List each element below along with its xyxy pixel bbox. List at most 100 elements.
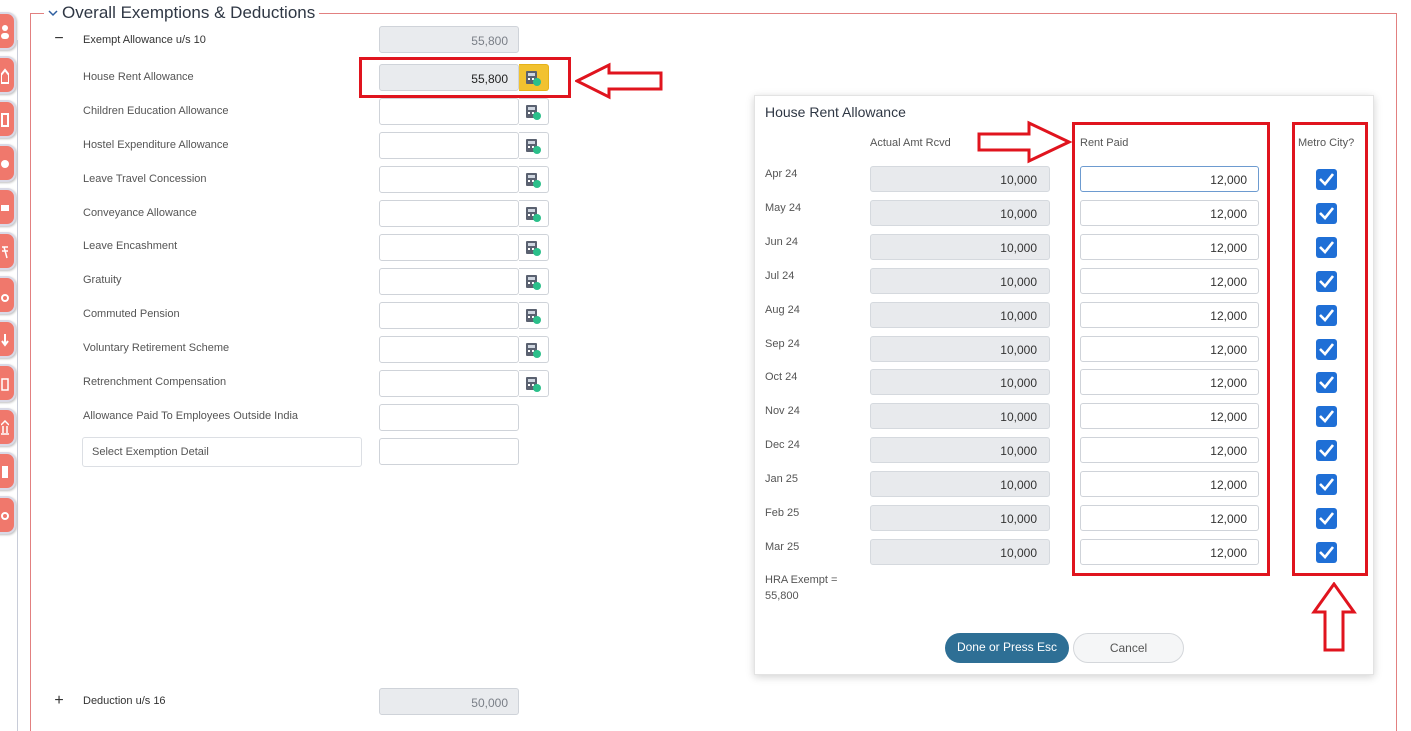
user-icon — [1, 25, 9, 39]
actual-amount-field: 10,000 — [870, 336, 1050, 362]
hra-dialog — [754, 95, 1374, 675]
tag-icon — [1, 294, 9, 302]
bank-icon — [1, 420, 9, 435]
annotation-arrow-left-icon — [575, 62, 663, 100]
hra-exempt-label: HRA Exempt = — [765, 574, 838, 586]
vrs-field[interactable] — [379, 336, 519, 363]
commuted-pension-calculator-button[interactable] — [519, 302, 549, 329]
month-label: Aug 24 — [765, 304, 800, 316]
calculator-icon — [526, 241, 541, 256]
ltc-field[interactable] — [379, 166, 519, 193]
allowance-label-outside-india: Allowance Paid To Employees Outside Indi… — [83, 410, 299, 422]
allowance-label-leave-encashment: Leave Encashment — [83, 240, 178, 252]
hra-exempt-value: 55,800 — [765, 590, 799, 602]
salary-icon — [1, 205, 9, 211]
dialog-title: House Rent Allowance — [765, 104, 906, 120]
col-actual-amount: Actual Amt Rcvd — [870, 137, 951, 149]
calculator-icon — [526, 377, 541, 392]
calculator-icon — [526, 275, 541, 290]
select-exemption-value-field[interactable] — [379, 438, 519, 465]
deduction-label: Deduction u/s 16 — [83, 695, 166, 707]
children-education-field[interactable] — [379, 98, 519, 125]
hra-exempt-summary: HRA Exempt = 55,800 — [765, 572, 837, 604]
month-label: Apr 24 — [765, 168, 798, 180]
income-icon — [1, 160, 9, 168]
tax-form-screen: Overall Exemptions & Deductions − Exempt… — [0, 0, 1411, 731]
actual-amount-field: 10,000 — [870, 437, 1050, 463]
month-label: May 24 — [765, 202, 802, 214]
conveyance-field[interactable] — [379, 200, 519, 227]
allowance-label-hostel: Hostel Expenditure Allowance — [83, 139, 229, 151]
gratuity-calculator-button[interactable] — [519, 268, 549, 295]
month-label: Nov 24 — [765, 405, 800, 417]
actual-amount-field: 10,000 — [870, 505, 1050, 531]
rail-tab-salary[interactable] — [0, 188, 16, 226]
annotation-box-rent-paid — [1072, 122, 1270, 576]
rail-tab-document[interactable] — [0, 100, 16, 138]
annotation-box-hra — [359, 57, 571, 98]
gratuity-field[interactable] — [379, 268, 519, 295]
section-title: Overall Exemptions & Deductions — [62, 3, 316, 22]
leave-encashment-calculator-button[interactable] — [519, 234, 549, 261]
actual-amount-field: 10,000 — [870, 369, 1050, 395]
rail-tab-download[interactable] — [0, 320, 16, 358]
rail-tab-calendar[interactable] — [0, 364, 16, 402]
rail-tab-settings[interactable] — [0, 496, 16, 534]
deduction-total: 50,000 — [379, 688, 519, 715]
month-label: Sep 24 — [765, 338, 800, 350]
outside-india-field[interactable] — [379, 404, 519, 431]
rupee-icon — [2, 246, 8, 259]
rail-tab-tag[interactable] — [0, 276, 16, 314]
document-icon — [1, 113, 9, 127]
annotation-box-metro-city — [1292, 122, 1368, 576]
rail-tab-home[interactable] — [0, 56, 16, 94]
children-education-calculator-button[interactable] — [519, 98, 549, 125]
calendar-icon — [1, 378, 9, 391]
collapse-toggle[interactable]: − — [53, 30, 65, 48]
rail-tab-report[interactable] — [0, 452, 16, 490]
vrs-calculator-button[interactable] — [519, 336, 549, 363]
leave-encashment-field[interactable] — [379, 234, 519, 261]
rail-tab-income[interactable] — [0, 144, 16, 182]
expand-toggle[interactable]: + — [53, 692, 65, 710]
month-label: Mar 25 — [765, 541, 800, 553]
actual-amount-field: 10,000 — [870, 200, 1050, 226]
allowance-label-children-education: Children Education Allowance — [83, 105, 229, 117]
chevron-down-icon[interactable] — [48, 8, 58, 18]
allowance-label-retrenchment: Retrenchment Compensation — [83, 376, 227, 388]
conveyance-calculator-button[interactable] — [519, 200, 549, 227]
done-button[interactable]: Done or Press Esc — [945, 633, 1069, 663]
cancel-button[interactable]: Cancel — [1073, 633, 1184, 663]
exempt-allowance-total: 55,800 — [379, 26, 519, 53]
page-border-line — [17, 40, 18, 731]
retrenchment-field[interactable] — [379, 370, 519, 397]
allowance-label-commuted-pension: Commuted Pension — [83, 308, 180, 320]
month-label: Jul 24 — [765, 270, 795, 282]
calculator-icon — [526, 139, 541, 154]
select-exemption-detail[interactable]: Select Exemption Detail — [82, 437, 362, 467]
month-label: Dec 24 — [765, 439, 800, 451]
hostel-expenditure-field[interactable] — [379, 132, 519, 159]
actual-amount-field: 10,000 — [870, 403, 1050, 429]
retrenchment-calculator-button[interactable] — [519, 370, 549, 397]
calculator-icon — [526, 343, 541, 358]
section-legend[interactable]: Overall Exemptions & Deductions — [44, 3, 320, 23]
actual-amount-field: 10,000 — [870, 539, 1050, 565]
rail-tab-user[interactable] — [0, 12, 16, 50]
hostel-calculator-button[interactable] — [519, 132, 549, 159]
rail-tab-rupee[interactable] — [0, 232, 16, 270]
home-icon — [1, 68, 9, 84]
actual-amount-field: 10,000 — [870, 302, 1050, 328]
actual-amount-field: 10,000 — [870, 471, 1050, 497]
allowance-label-hra: House Rent Allowance — [83, 71, 194, 83]
annotation-arrow-right-icon — [977, 120, 1072, 164]
report-icon — [2, 466, 8, 478]
ltc-calculator-button[interactable] — [519, 166, 549, 193]
allowance-label-conveyance: Conveyance Allowance — [83, 207, 197, 219]
actual-amount-field: 10,000 — [870, 268, 1050, 294]
month-label: Jan 25 — [765, 473, 799, 485]
allowance-label-vrs: Voluntary Retirement Scheme — [83, 342, 230, 354]
commuted-pension-field[interactable] — [379, 302, 519, 329]
rail-tab-bank[interactable] — [0, 408, 16, 446]
calculator-icon — [526, 105, 541, 120]
